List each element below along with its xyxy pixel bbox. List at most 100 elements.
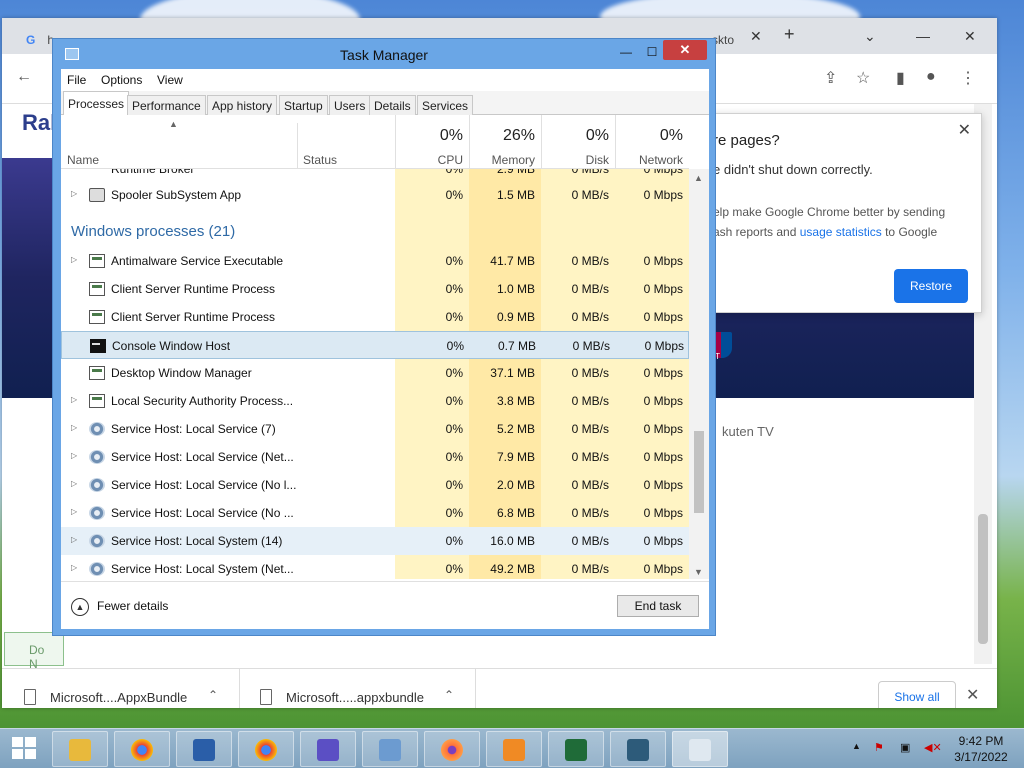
network-icon[interactable]: ▣ bbox=[900, 741, 910, 754]
column-memory[interactable]: 26% Memory bbox=[469, 115, 541, 169]
process-row[interactable]: Client Server Runtime Process 0% 1.0 MB 0 M… bbox=[61, 275, 689, 303]
star-icon[interactable]: ☆ bbox=[856, 68, 870, 88]
column-status[interactable]: Status bbox=[303, 153, 337, 167]
minimize-button[interactable]: — bbox=[916, 28, 930, 44]
column-name[interactable]: Name bbox=[67, 153, 99, 167]
expand-chevron-icon[interactable]: ▷ bbox=[71, 563, 77, 572]
taskbar-app[interactable] bbox=[486, 731, 542, 767]
expand-chevron-icon[interactable]: ▷ bbox=[71, 423, 77, 432]
tab-startup[interactable]: Startup bbox=[279, 95, 328, 115]
downloads-close-icon[interactable]: ✕ bbox=[966, 685, 979, 705]
close-button[interactable]: ✕ bbox=[663, 40, 707, 60]
scrollbar-thumb[interactable] bbox=[978, 514, 988, 644]
usage-statistics-link[interactable]: usage statistics bbox=[800, 225, 882, 239]
maximize-button[interactable]: ☐ bbox=[639, 43, 665, 61]
volume-muted-icon[interactable]: ◀✕ bbox=[924, 741, 942, 754]
taskbar: ▲ ⚑ ▣ ◀✕ 9:42 PM 3/17/2022 bbox=[0, 728, 1024, 768]
process-row[interactable]: Console Window Host 0% 0.7 MB 0 MB/s 0 Mbps bbox=[61, 331, 689, 359]
process-row[interactable]: ▷ Service Host: Local System (Net... 0% 49.… bbox=[61, 555, 689, 579]
process-row[interactable]: Client Server Runtime Process 0% 0.9 MB 0 M… bbox=[61, 303, 689, 331]
taskbar-app[interactable] bbox=[548, 731, 604, 767]
action-center-icon[interactable]: ⚑ bbox=[874, 741, 884, 754]
tab-performance[interactable]: Performance bbox=[127, 95, 206, 115]
process-list-scrollbar[interactable]: ▲ ▼ bbox=[689, 169, 709, 579]
column-network[interactable]: 0% Network bbox=[615, 115, 689, 169]
process-row[interactable]: ▷ Spooler SubSystem App 0% 1.5 MB 0 MB/s 0 Mb… bbox=[61, 181, 689, 209]
chevron-up-circle-icon[interactable]: ▲ bbox=[71, 598, 89, 616]
taskbar-app[interactable] bbox=[362, 731, 418, 767]
share-icon[interactable]: ⇪ bbox=[824, 68, 837, 88]
tab-services[interactable]: Services bbox=[417, 95, 474, 115]
task-manager-titlebar[interactable]: Task Manager — ☐ ✕ bbox=[53, 39, 715, 69]
taskbar-app[interactable] bbox=[610, 731, 666, 767]
scroll-down-icon[interactable]: ▼ bbox=[694, 567, 703, 577]
chevron-up-icon[interactable]: ⌃ bbox=[444, 688, 454, 702]
tab-close-icon[interactable]: ✕ bbox=[750, 28, 762, 45]
process-row[interactable]: Desktop Window Manager 0% 37.1 MB 0 MB/s 0 M… bbox=[61, 359, 689, 387]
menu-file[interactable]: File bbox=[67, 73, 86, 87]
tray-expand-icon[interactable]: ▲ bbox=[852, 741, 861, 751]
tab-search-icon[interactable]: ⌄ bbox=[864, 28, 876, 45]
chevron-up-icon[interactable]: ⌃ bbox=[208, 688, 218, 702]
column-cpu[interactable]: 0% CPU bbox=[395, 115, 469, 169]
taskbar-app[interactable] bbox=[238, 731, 294, 767]
tab-processes[interactable]: Processes bbox=[63, 91, 130, 116]
process-row[interactable]: ▷ Local Security Authority Process... 0% 3.… bbox=[61, 387, 689, 415]
taskbar-app[interactable] bbox=[52, 731, 108, 767]
process-network: 0 Mbps bbox=[643, 366, 683, 380]
expand-chevron-icon[interactable]: ▷ bbox=[71, 395, 77, 404]
process-name: Desktop Window Manager bbox=[111, 366, 252, 380]
process-memory: 37.1 MB bbox=[490, 366, 535, 380]
side-panel-icon[interactable]: ▮ bbox=[896, 68, 905, 88]
popup-close-icon[interactable]: ✕ bbox=[958, 120, 971, 140]
process-row[interactable]: ▷ Service Host: Local Service (7) 0% 5.2 MB… bbox=[61, 415, 689, 443]
tab-app-history[interactable]: App history bbox=[207, 95, 278, 115]
fewer-details-link[interactable]: Fewer details bbox=[97, 599, 168, 613]
taskbar-app[interactable] bbox=[424, 731, 480, 767]
process-row[interactable]: ▷ Service Host: Local Service (Net... 0% 7.… bbox=[61, 443, 689, 471]
download-item[interactable]: Microsoft....AppxBundle ⌃ bbox=[2, 669, 240, 708]
expand-chevron-icon[interactable]: ▷ bbox=[71, 479, 77, 488]
clock[interactable]: 9:42 PM 3/17/2022 bbox=[946, 733, 1016, 765]
expand-chevron-icon[interactable]: ▷ bbox=[71, 255, 77, 264]
expand-chevron-icon[interactable]: ▷ bbox=[71, 451, 77, 460]
scroll-up-icon[interactable]: ▲ bbox=[694, 173, 703, 183]
taskbar-app[interactable] bbox=[672, 731, 728, 767]
process-row[interactable]: ▷ Antimalware Service Executable 0% 41.7 MB… bbox=[61, 247, 689, 275]
process-row[interactable]: ▷ Service Host: Local Service (No l... 0% 2… bbox=[61, 471, 689, 499]
taskbar-app[interactable] bbox=[176, 731, 232, 767]
menu-options[interactable]: Options bbox=[101, 73, 142, 87]
restore-button[interactable]: Restore bbox=[894, 269, 968, 303]
tab-users[interactable]: Users bbox=[329, 95, 371, 115]
show-all-button[interactable]: Show all bbox=[878, 681, 956, 708]
expand-chevron-icon[interactable]: ▷ bbox=[71, 535, 77, 544]
memory-label: Memory bbox=[491, 153, 535, 167]
process-name: Antimalware Service Executable bbox=[111, 254, 284, 268]
group-header-windows-processes[interactable]: Windows processes (21) bbox=[71, 223, 235, 240]
back-icon[interactable]: ← bbox=[16, 68, 32, 86]
profile-icon[interactable]: ● bbox=[926, 68, 936, 86]
process-disk: 0 MB/s bbox=[571, 422, 609, 436]
menu-view[interactable]: View bbox=[157, 73, 183, 87]
process-row[interactable]: ▷ Service Host: Local Service (No ... 0% 6.… bbox=[61, 499, 689, 527]
taskbar-app[interactable] bbox=[114, 731, 170, 767]
task-manager-window: Task Manager — ☐ ✕ File Options View Pro… bbox=[52, 38, 716, 636]
process-network: 0 Mbps bbox=[643, 450, 683, 464]
minimize-button[interactable]: — bbox=[613, 43, 639, 61]
download-item[interactable]: Microsoft.....appxbundle ⌃ bbox=[240, 669, 476, 708]
expand-chevron-icon[interactable]: ▷ bbox=[71, 189, 77, 198]
process-row[interactable]: ▷ Service Host: Local System (14) 0% 16.0 M… bbox=[61, 527, 689, 555]
do-not-button[interactable]: Do N bbox=[4, 632, 64, 671]
column-disk[interactable]: 0% Disk bbox=[541, 115, 615, 169]
close-button[interactable]: ✕ bbox=[964, 28, 976, 45]
start-button[interactable] bbox=[12, 737, 36, 759]
scrollbar-thumb[interactable] bbox=[694, 431, 704, 513]
expand-chevron-icon[interactable]: ▷ bbox=[71, 507, 77, 516]
tab-details[interactable]: Details bbox=[369, 95, 416, 115]
taskbar-app[interactable] bbox=[300, 731, 356, 767]
process-name: Service Host: Local System (Net... bbox=[111, 562, 294, 576]
process-network: 0 Mbps bbox=[643, 478, 683, 492]
end-task-button[interactable]: End task bbox=[617, 595, 699, 617]
menu-icon[interactable]: ⋮ bbox=[960, 68, 976, 88]
new-tab-button[interactable]: + bbox=[784, 24, 795, 45]
